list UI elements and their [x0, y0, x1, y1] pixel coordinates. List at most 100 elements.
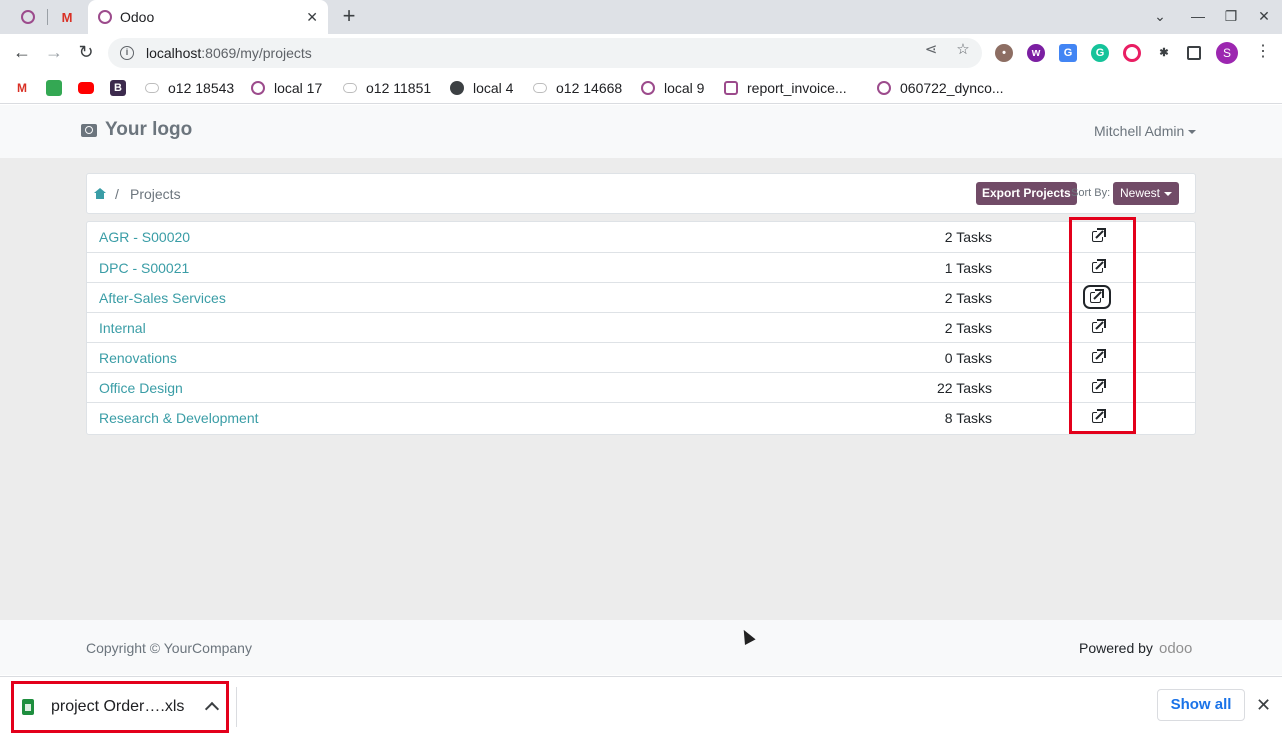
- project-link[interactable]: Office Design: [99, 380, 183, 396]
- table-row: DPC - S00021 1 Tasks: [87, 252, 1195, 282]
- task-count[interactable]: 2 Tasks: [945, 320, 992, 336]
- new-tab-button[interactable]: +: [338, 5, 360, 28]
- camera-icon: [81, 123, 97, 137]
- project-link[interactable]: Research & Development: [99, 410, 259, 426]
- table-row: Office Design 22 Tasks: [87, 372, 1195, 402]
- odoo-ring-icon: [876, 80, 892, 96]
- task-count[interactable]: 2 Tasks: [945, 290, 992, 306]
- table-row: Internal 2 Tasks: [87, 312, 1195, 342]
- bookmark-o12-11851[interactable]: o12 11851: [342, 78, 431, 98]
- bookmark-label: local 4: [473, 80, 514, 96]
- task-count[interactable]: 2 Tasks: [945, 229, 992, 245]
- odoo-ring-icon: [21, 10, 35, 24]
- page-body: Your logo Mitchell Admin / Projects Expo…: [0, 105, 1282, 675]
- extension-w-icon[interactable]: w: [1027, 44, 1045, 62]
- breadcrumb-separator: /: [115, 186, 119, 202]
- show-all-button[interactable]: Show all: [1157, 689, 1245, 721]
- project-link[interactable]: AGR - S00020: [99, 229, 190, 245]
- project-link[interactable]: Renovations: [99, 350, 177, 366]
- bookmark-bootstrap[interactable]: B: [110, 78, 134, 98]
- cloud-icon: [532, 80, 548, 96]
- table-row: Research & Development 8 Tasks: [87, 402, 1195, 432]
- bookmark-label: local 9: [664, 80, 705, 96]
- task-count[interactable]: 8 Tasks: [945, 410, 992, 426]
- close-download-bar-icon[interactable]: ✕: [1256, 695, 1271, 716]
- thumbs-up-icon: [46, 80, 62, 96]
- forward-arrow-icon[interactable]: →: [43, 42, 65, 64]
- pinned-tab-gmail[interactable]: M: [58, 8, 76, 26]
- user-menu[interactable]: Mitchell Admin: [1094, 123, 1197, 139]
- youtube-icon: [78, 82, 94, 94]
- extensions-puzzle-icon[interactable]: ✱: [1155, 44, 1173, 62]
- side-panel-icon[interactable]: [1187, 46, 1201, 60]
- extension-spy-icon[interactable]: •: [995, 44, 1013, 62]
- cloud-icon: [144, 80, 160, 96]
- pinned-tab-odoo[interactable]: [19, 8, 37, 26]
- grammarly-icon[interactable]: G: [1091, 44, 1109, 62]
- bookmark-label: local 17: [274, 80, 323, 96]
- tab-divider: [47, 9, 48, 25]
- close-window-button[interactable]: ✕: [1256, 8, 1272, 26]
- company-logo[interactable]: Your logo: [81, 119, 192, 141]
- bookmark-060722-dynco[interactable]: 060722_dynco...: [876, 78, 1004, 98]
- bookmarks-bar: M B o12 18543 local 17 o12 11851 local 4…: [0, 72, 1282, 104]
- site-info-icon[interactable]: i: [120, 46, 134, 60]
- bookmark-o12-18543[interactable]: o12 18543: [144, 78, 234, 98]
- project-link[interactable]: DPC - S00021: [99, 260, 189, 276]
- restore-button[interactable]: ❐: [1223, 8, 1239, 26]
- share-icon[interactable]: ⋖: [922, 40, 940, 58]
- cloud-icon: [342, 80, 358, 96]
- caret-down-icon: [1188, 130, 1197, 135]
- bookmark-star-icon[interactable]: ☆: [954, 40, 972, 58]
- browser-toolbar: ← → ↻ i localhost:8069/my/projects ⋖ ☆ •…: [0, 34, 1282, 72]
- home-icon[interactable]: [94, 188, 106, 199]
- task-count[interactable]: 0 Tasks: [945, 350, 992, 366]
- tab-odoo-active[interactable]: Odoo ✕: [88, 0, 328, 34]
- powered-by-text: Powered by: [1079, 640, 1153, 656]
- bookmark-thumbs[interactable]: [46, 78, 70, 98]
- table-row: After-Sales Services 2 Tasks: [87, 282, 1195, 312]
- odoo-ring-icon: [250, 80, 266, 96]
- project-link[interactable]: After-Sales Services: [99, 290, 226, 306]
- project-link[interactable]: Internal: [99, 320, 146, 336]
- bookmark-local-9[interactable]: local 9: [640, 78, 704, 98]
- bookmark-gmail[interactable]: M: [14, 78, 38, 98]
- sort-by-label: Sort By:: [1071, 187, 1111, 199]
- breadcrumb: / Projects Export Projects Sort By: Newe…: [86, 173, 1196, 214]
- bookmark-report-invoice[interactable]: report_invoice...: [723, 78, 847, 98]
- bookmark-youtube[interactable]: [78, 78, 102, 98]
- address-bar[interactable]: i localhost:8069/my/projects: [108, 38, 982, 68]
- back-arrow-icon[interactable]: ←: [11, 42, 33, 64]
- color-picker-icon[interactable]: [1123, 44, 1141, 62]
- bootstrap-icon: B: [110, 80, 126, 96]
- google-translate-icon[interactable]: G: [1059, 44, 1077, 62]
- site-header: Your logo Mitchell Admin: [0, 105, 1282, 158]
- logo-text: Your logo: [105, 119, 193, 140]
- menu-kebab-icon[interactable]: ⋮: [1252, 42, 1274, 64]
- sort-value: Newest: [1120, 186, 1161, 200]
- bookmark-o12-14668[interactable]: o12 14668: [532, 78, 622, 98]
- site-footer: Copyright © YourCompany Powered by odoo: [0, 620, 1282, 675]
- task-count[interactable]: 1 Tasks: [945, 260, 992, 276]
- tab-search-chevron-icon[interactable]: ⌄: [1152, 8, 1168, 26]
- task-count[interactable]: 22 Tasks: [937, 380, 992, 396]
- bookmark-local-4[interactable]: local 4: [449, 78, 513, 98]
- bookmark-label: report_invoice...: [747, 80, 847, 96]
- caret-down-icon: [1164, 191, 1173, 196]
- table-row: AGR - S00020 2 Tasks: [87, 222, 1195, 252]
- odoo-ring-icon: [640, 80, 656, 96]
- bookmark-label: 060722_dynco...: [900, 80, 1004, 96]
- reload-icon[interactable]: ↻: [75, 42, 97, 64]
- odoo-logo[interactable]: odoo: [1159, 640, 1192, 657]
- highlight-external-links: [1069, 217, 1136, 434]
- breadcrumb-current: Projects: [130, 186, 181, 202]
- export-projects-button[interactable]: Export Projects: [976, 182, 1077, 205]
- profile-avatar[interactable]: S: [1216, 42, 1238, 64]
- minimize-button[interactable]: —: [1190, 8, 1206, 26]
- bookmark-local-17[interactable]: local 17: [250, 78, 322, 98]
- sort-dropdown[interactable]: Newest: [1113, 182, 1180, 205]
- user-name: Mitchell Admin: [1094, 123, 1185, 139]
- gmail-icon: M: [61, 9, 73, 25]
- tab-close-icon[interactable]: ✕: [306, 9, 318, 26]
- bookmark-label: o12 11851: [366, 80, 432, 96]
